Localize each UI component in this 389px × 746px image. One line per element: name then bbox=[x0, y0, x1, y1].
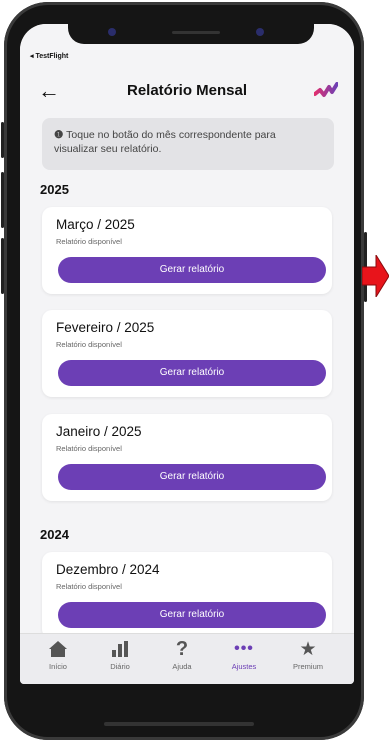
volume-down-button bbox=[1, 238, 4, 294]
card-status: Relatório disponível bbox=[56, 582, 122, 591]
card-status: Relatório disponível bbox=[56, 237, 122, 246]
tab-premium[interactable]: ★ Premium bbox=[282, 638, 334, 672]
generate-report-button[interactable]: Gerar relatório bbox=[58, 257, 326, 283]
info-text: Toque no botão do mês correspondente par… bbox=[54, 129, 276, 155]
generate-report-button[interactable]: Gerar relatório bbox=[58, 464, 326, 490]
tab-diario[interactable]: Diário bbox=[94, 638, 146, 671]
red-arrow-icon bbox=[362, 255, 389, 297]
generate-report-button[interactable]: Gerar relatório bbox=[58, 360, 326, 386]
card-status: Relatório disponível bbox=[56, 444, 122, 453]
card-month-title: Janeiro / 2025 bbox=[56, 424, 142, 439]
tab-label: Diário bbox=[110, 662, 130, 671]
report-card: Janeiro / 2025 Relatório disponível Gera… bbox=[42, 414, 332, 501]
tab-ajustes[interactable]: ••• Ajustes bbox=[218, 638, 270, 671]
home-indicator bbox=[104, 722, 254, 726]
header: ← Relatório Mensal bbox=[20, 76, 354, 112]
bar-chart-icon bbox=[94, 638, 146, 660]
year-heading: 2025 bbox=[40, 182, 69, 197]
more-icon: ••• bbox=[234, 640, 254, 657]
page-title: Relatório Mensal bbox=[126, 82, 248, 99]
tab-ajuda[interactable]: ? Ajuda bbox=[156, 637, 208, 672]
card-month-title: Março / 2025 bbox=[56, 217, 135, 232]
tab-label: Premium bbox=[292, 662, 323, 671]
question-icon: ? bbox=[175, 637, 189, 660]
year-heading: 2024 bbox=[40, 527, 69, 542]
front-camera bbox=[108, 28, 116, 36]
volume-up-button bbox=[1, 172, 4, 228]
star-icon: ★ bbox=[299, 638, 317, 660]
report-card: Fevereiro / 2025 Relatório disponível Ge… bbox=[42, 310, 332, 397]
tab-label: Início bbox=[49, 662, 67, 671]
notch bbox=[68, 24, 314, 44]
tab-inicio[interactable]: Início bbox=[32, 638, 84, 671]
card-month-title: Dezembro / 2024 bbox=[56, 562, 160, 577]
report-card: Março / 2025 Relatório disponível Gerar … bbox=[42, 207, 332, 294]
mute-switch bbox=[1, 122, 4, 158]
phone-frame: ◂ TestFlight ← Relatório Mensal ❶ Toque … bbox=[1, 2, 367, 740]
tab-bar: Início Diário ? Ajuda ••• Ajustes ★ Prem… bbox=[20, 633, 354, 684]
report-card: Dezembro / 2024 Relatório disponível Ger… bbox=[42, 552, 332, 639]
card-status: Relatório disponível bbox=[56, 340, 122, 349]
back-to-app-link[interactable]: ◂ TestFlight bbox=[30, 52, 68, 60]
info-icon: ❶ bbox=[54, 129, 64, 141]
card-month-title: Fevereiro / 2025 bbox=[56, 320, 155, 335]
app-screen: ◂ TestFlight ← Relatório Mensal ❶ Toque … bbox=[20, 24, 354, 684]
generate-report-button[interactable]: Gerar relatório bbox=[58, 602, 326, 628]
app-logo-icon bbox=[314, 82, 338, 97]
home-icon bbox=[32, 638, 84, 660]
speaker bbox=[172, 31, 220, 34]
tab-label: Ajustes bbox=[231, 662, 257, 671]
sensor bbox=[256, 28, 264, 36]
info-banner: ❶ Toque no botão do mês correspondente p… bbox=[42, 118, 334, 170]
tab-label: Ajuda bbox=[172, 662, 192, 671]
